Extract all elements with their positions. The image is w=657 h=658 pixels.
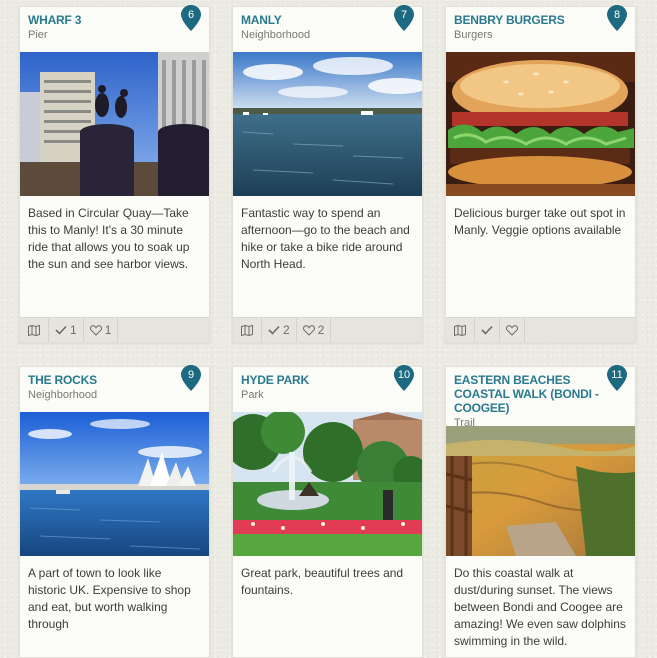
- map-pin-icon[interactable]: 11: [607, 365, 627, 391]
- like-button[interactable]: [500, 318, 525, 342]
- card-description: Great park, beautiful trees and fountain…: [241, 566, 404, 597]
- card-description: Fantastic way to spend an afternoon—go t…: [241, 206, 410, 271]
- place-card-wharf-3[interactable]: WHARF 3 Pier 6 Based in Circular Quay—Ta…: [19, 5, 210, 343]
- been-there-button[interactable]: 1: [49, 318, 84, 342]
- place-card-hyde-park[interactable]: HYDE PARK Park 10 Great park, beautiful …: [232, 365, 423, 658]
- card-actions: 1 1: [20, 317, 209, 342]
- card-description: Delicious burger take out spot in Manly.…: [454, 206, 626, 237]
- been-there-button[interactable]: [475, 318, 500, 342]
- like-button[interactable]: 1: [84, 318, 119, 342]
- map-pin-icon[interactable]: 7: [394, 5, 414, 31]
- park-photo[interactable]: [233, 412, 422, 556]
- place-card-manly[interactable]: MANLY Neighborhood 7 Fantastic way to sp…: [232, 5, 423, 343]
- card-header: BENBRY BURGERS Burgers 8: [446, 5, 635, 42]
- pin-number: 9: [187, 369, 195, 381]
- card-category: Neighborhood: [241, 29, 311, 41]
- map-pin-icon[interactable]: 6: [181, 5, 201, 31]
- pin-number: 7: [400, 9, 408, 21]
- card-description: Based in Circular Quay—Take this to Manl…: [28, 206, 190, 271]
- place-card-eastern-beaches-coastal-walk[interactable]: EASTERN BEACHES COASTAL WALK (BONDI - CO…: [445, 365, 636, 658]
- opera-house-photo[interactable]: [20, 412, 209, 556]
- card-actions: [446, 317, 635, 342]
- card-header: EASTERN BEACHES COASTAL WALK (BONDI - CO…: [446, 365, 635, 429]
- like-button[interactable]: 2: [297, 318, 332, 342]
- map-icon: [28, 324, 40, 336]
- pin-number: 10: [397, 369, 411, 381]
- place-card-the-rocks[interactable]: THE ROCKS Neighborhood 9 A part of town …: [19, 365, 210, 658]
- pin-number: 6: [187, 9, 195, 21]
- heart-icon: [506, 324, 518, 336]
- pin-number: 8: [613, 9, 621, 21]
- card-title[interactable]: MANLY: [241, 13, 414, 27]
- card-category: Pier: [28, 29, 48, 41]
- card-header: THE ROCKS Neighborhood 9: [20, 365, 209, 402]
- card-description: Do this coastal walk at dust/during suns…: [454, 566, 626, 648]
- map-pin-icon[interactable]: 9: [181, 365, 201, 391]
- card-title[interactable]: THE ROCKS: [28, 373, 201, 387]
- card-title[interactable]: HYDE PARK: [241, 373, 414, 387]
- been-there-button[interactable]: 2: [262, 318, 297, 342]
- card-title[interactable]: WHARF 3: [28, 13, 201, 27]
- map-button[interactable]: [20, 318, 49, 342]
- wharf-photo[interactable]: [20, 52, 209, 196]
- map-icon: [454, 324, 466, 336]
- pin-number: 11: [611, 369, 623, 381]
- like-count: 1: [104, 323, 112, 337]
- map-pin-icon[interactable]: 8: [607, 5, 627, 31]
- check-icon: [481, 325, 493, 335]
- harbor-photo[interactable]: [233, 52, 422, 196]
- map-icon: [241, 324, 253, 336]
- done-count: 2: [283, 323, 290, 337]
- map-button[interactable]: [446, 318, 475, 342]
- place-card-benbry-burgers[interactable]: BENBRY BURGERS Burgers 8 Delicious burge…: [445, 5, 636, 343]
- card-header: HYDE PARK Park 10: [233, 365, 422, 402]
- like-count: 2: [317, 323, 325, 337]
- card-header: WHARF 3 Pier 6: [20, 5, 209, 42]
- card-category: Neighborhood: [28, 389, 98, 401]
- burger-photo[interactable]: [446, 52, 635, 196]
- card-category: Park: [241, 389, 264, 401]
- heart-icon: [89, 324, 102, 336]
- check-icon: [55, 325, 67, 335]
- card-title[interactable]: EASTERN BEACHES COASTAL WALK (BONDI - CO…: [454, 373, 627, 415]
- heart-icon: [302, 324, 315, 336]
- map-pin-icon[interactable]: 10: [394, 365, 414, 391]
- card-title[interactable]: BENBRY BURGERS: [454, 13, 627, 27]
- card-description: A part of town to look like historic UK.…: [28, 566, 191, 631]
- check-icon: [268, 325, 280, 335]
- coastal-walk-photo[interactable]: [446, 426, 635, 556]
- card-actions: 2 2: [233, 317, 422, 342]
- map-button[interactable]: [233, 318, 262, 342]
- done-count: 1: [70, 323, 77, 337]
- card-category: Burgers: [454, 29, 493, 41]
- card-header: MANLY Neighborhood 7: [233, 5, 422, 42]
